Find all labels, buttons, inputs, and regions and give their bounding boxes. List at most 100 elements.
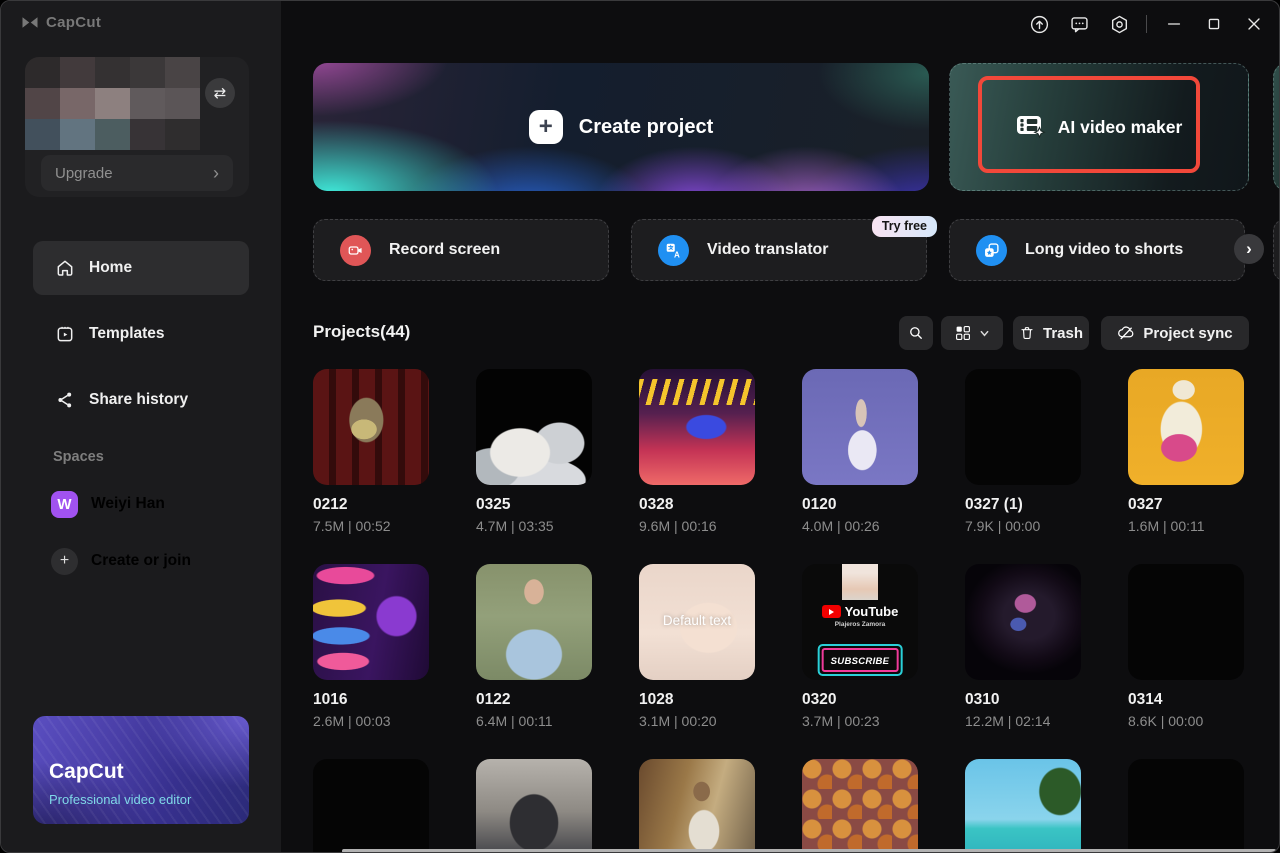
- home-icon: [55, 258, 75, 278]
- project-card: 0212 7.5M | 00:52: [313, 369, 429, 534]
- project-card: 0310 12.2M | 02:14: [965, 564, 1081, 729]
- project-meta: 7.9K | 00:00: [965, 518, 1081, 534]
- project-thumbnail[interactable]: [639, 759, 755, 853]
- project-card: [965, 759, 1081, 853]
- sidebar-item-space-weiyi-han[interactable]: W Weiyi Han: [33, 484, 249, 524]
- plus-icon: +: [51, 548, 78, 575]
- next-tool-card-edge: [1273, 219, 1280, 281]
- project-thumbnail[interactable]: [313, 759, 429, 853]
- project-name: 0314: [1128, 691, 1244, 709]
- project-card: 0327 (1) 7.9K | 00:00: [965, 369, 1081, 534]
- settings-icon[interactable]: [1102, 9, 1136, 39]
- upload-icon[interactable]: [1022, 9, 1056, 39]
- capcut-promo-banner[interactable]: CapCut Professional video editor: [33, 716, 249, 824]
- tools-scroll-next-button[interactable]: ›: [1234, 234, 1264, 264]
- create-project-label: Create project: [579, 116, 714, 139]
- close-icon[interactable]: [1237, 9, 1271, 39]
- cloud-sync-icon: [1117, 324, 1135, 342]
- project-thumbnail[interactable]: [639, 369, 755, 485]
- app-logo: CapCut: [21, 14, 101, 31]
- project-meta: 6.4M | 00:11: [476, 713, 592, 729]
- space-avatar: W: [51, 491, 78, 518]
- trash-label: Trash: [1043, 325, 1083, 342]
- titlebar-controls: [1022, 9, 1271, 39]
- project-meta: 3.1M | 00:20: [639, 713, 755, 729]
- project-thumbnail[interactable]: [476, 564, 592, 680]
- project-thumbnail[interactable]: [802, 369, 918, 485]
- project-name: 0212: [313, 496, 429, 514]
- sidebar: CapCut ⇄ Upgrade › Home Templates Share …: [1, 1, 281, 853]
- record-screen-icon: [340, 235, 371, 266]
- project-meta: 3.7M | 00:23: [802, 713, 918, 729]
- sidebar-item-label: Templates: [89, 325, 165, 343]
- long-video-to-shorts-label: Long video to shorts: [1025, 241, 1183, 259]
- project-name: 0320: [802, 691, 918, 709]
- space-name: Weiyi Han: [91, 495, 165, 513]
- banner-subtitle: Professional video editor: [49, 792, 191, 807]
- video-translator-button[interactable]: A Video translator Try free: [631, 219, 927, 281]
- youtube-brand-row: YouTube: [802, 604, 918, 619]
- upgrade-button[interactable]: Upgrade ›: [41, 155, 233, 191]
- project-thumbnail[interactable]: [1128, 369, 1244, 485]
- project-card: [802, 759, 918, 853]
- project-meta: 9.6M | 00:16: [639, 518, 755, 534]
- create-or-join-label: Create or join: [91, 552, 191, 570]
- project-card: Default text 1028 3.1M | 00:20: [639, 564, 755, 729]
- project-thumbnail[interactable]: [965, 564, 1081, 680]
- project-meta: 12.2M | 02:14: [965, 713, 1081, 729]
- project-name: 1016: [313, 691, 429, 709]
- minimize-icon[interactable]: [1157, 9, 1191, 39]
- project-thumbnail[interactable]: [313, 564, 429, 680]
- projects-section-title: Projects(44): [313, 322, 410, 342]
- project-thumbnail[interactable]: [476, 369, 592, 485]
- project-card: 0314 8.6K | 00:00: [1128, 564, 1244, 729]
- project-meta: 8.6K | 00:00: [1128, 713, 1244, 729]
- project-card: [476, 759, 592, 853]
- project-thumbnail[interactable]: YouTube Plajeros Zamora SUBSCRIBE: [802, 564, 918, 680]
- search-icon: [907, 324, 925, 342]
- project-thumbnail[interactable]: [965, 759, 1081, 853]
- sidebar-item-label: Share history: [89, 391, 188, 409]
- project-card: 0122 6.4M | 00:11: [476, 564, 592, 729]
- switch-account-icon[interactable]: ⇄: [205, 78, 235, 108]
- thumbnail-photo: [842, 564, 878, 600]
- project-sync-button[interactable]: Project sync: [1101, 316, 1249, 350]
- sidebar-item-home[interactable]: Home: [33, 241, 249, 295]
- capcut-window: CapCut ⇄ Upgrade › Home Templates Share …: [0, 0, 1280, 853]
- project-thumbnail[interactable]: Default text: [639, 564, 755, 680]
- sidebar-item-label: Home: [89, 259, 132, 277]
- view-mode-dropdown[interactable]: [941, 316, 1003, 350]
- ai-video-maker-button[interactable]: AI video maker: [949, 63, 1249, 191]
- trash-icon: [1019, 325, 1035, 341]
- project-name: 0122: [476, 691, 592, 709]
- feedback-icon[interactable]: [1062, 9, 1096, 39]
- project-thumbnail[interactable]: [1128, 564, 1244, 680]
- project-thumbnail[interactable]: [476, 759, 592, 853]
- app-title: CapCut: [46, 14, 101, 31]
- translate-icon: A: [658, 235, 689, 266]
- project-name: 0327: [1128, 496, 1244, 514]
- project-thumbnail[interactable]: [802, 759, 918, 853]
- project-name: 0325: [476, 496, 592, 514]
- record-screen-button[interactable]: Record screen: [313, 219, 609, 281]
- sidebar-item-share-history[interactable]: Share history: [33, 373, 249, 427]
- project-thumbnail[interactable]: [313, 369, 429, 485]
- shorts-icon: [976, 235, 1007, 266]
- spaces-section-header: Spaces: [53, 449, 104, 465]
- project-thumbnail[interactable]: [1128, 759, 1244, 853]
- project-meta: 2.6M | 00:03: [313, 713, 429, 729]
- plus-icon: +: [529, 110, 563, 144]
- templates-icon: [55, 324, 75, 344]
- search-button[interactable]: [899, 316, 933, 350]
- sidebar-item-create-or-join[interactable]: + Create or join: [33, 541, 249, 581]
- maximize-icon[interactable]: [1197, 9, 1231, 39]
- profile-card: ⇄ Upgrade ›: [25, 57, 249, 197]
- next-hero-card-edge: [1273, 63, 1280, 191]
- create-project-button[interactable]: + Create project: [313, 63, 929, 191]
- project-thumbnail[interactable]: [965, 369, 1081, 485]
- trash-button[interactable]: Trash: [1013, 316, 1089, 350]
- horizontal-scrollbar[interactable]: [342, 849, 1276, 853]
- sidebar-item-templates[interactable]: Templates: [33, 307, 249, 361]
- long-video-to-shorts-button[interactable]: Long video to shorts: [949, 219, 1245, 281]
- youtube-channel-name: Plajeros Zamora: [802, 621, 918, 628]
